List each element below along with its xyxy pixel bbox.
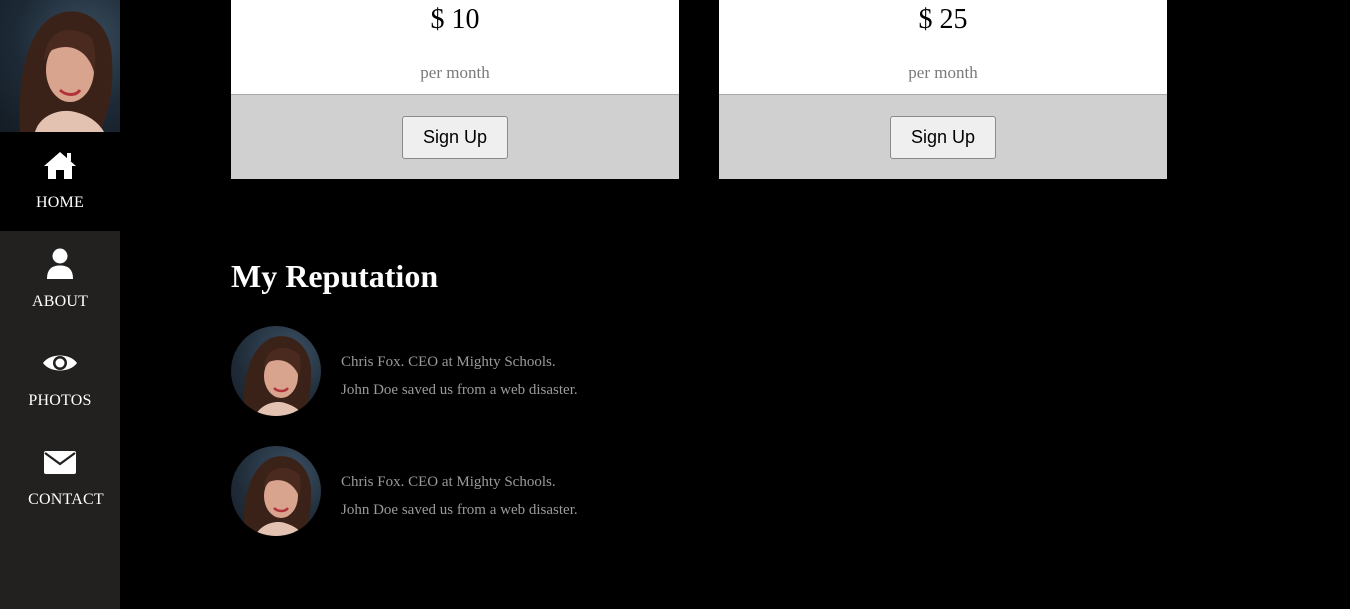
price-period: per month <box>908 63 978 82</box>
sidebar: HOME ABOUT PHOTOS CONTACT <box>0 0 120 609</box>
sidebar-item-photos[interactable]: PHOTOS <box>0 330 120 429</box>
section-title: My Reputation <box>231 258 439 294</box>
price-amount: $ 25 <box>918 4 968 35</box>
sidebar-item-about[interactable]: ABOUT <box>0 231 120 330</box>
testimonial: Chris Fox. CEO at Mighty Schools. John D… <box>231 326 731 416</box>
testimonial-author: Chris Fox. CEO at Mighty Schools. <box>341 474 556 490</box>
eye-icon <box>0 347 120 379</box>
sidebar-item-home[interactable]: HOME <box>0 132 120 231</box>
avatar <box>231 446 321 536</box>
pricing-card: $ 10 per month Sign Up <box>231 0 679 179</box>
sidebar-item-label: CONTACT <box>28 491 104 508</box>
sidebar-item-label: ABOUT <box>31 293 89 310</box>
sidebar-item-contact[interactable]: CONTACT <box>0 429 120 528</box>
sign-up-button[interactable]: Sign Up <box>402 116 508 159</box>
pricing-card-footer: Sign Up <box>719 94 1167 179</box>
profile-photo-portrait <box>19 11 113 132</box>
price-period: per month <box>420 63 490 82</box>
avatar <box>231 326 321 416</box>
user-icon <box>0 248 120 280</box>
testimonial: Chris Fox. CEO at Mighty Schools. John D… <box>231 446 731 536</box>
home-icon <box>0 149 120 181</box>
profile-photo <box>0 0 120 132</box>
price-amount: $ 10 <box>430 4 480 35</box>
envelope-icon <box>0 446 120 478</box>
testimonial-quote: John Doe saved us from a web disaster. <box>341 382 578 398</box>
pricing-card-footer: Sign Up <box>231 94 679 179</box>
testimonial-author: Chris Fox. CEO at Mighty Schools. <box>341 354 556 370</box>
testimonial-quote: John Doe saved us from a web disaster. <box>341 502 578 518</box>
pricing-card: $ 25 per month Sign Up <box>719 0 1167 179</box>
sidebar-item-label: PHOTOS <box>28 392 92 409</box>
sidebar-item-label: HOME <box>36 194 84 211</box>
sign-up-button[interactable]: Sign Up <box>890 116 996 159</box>
